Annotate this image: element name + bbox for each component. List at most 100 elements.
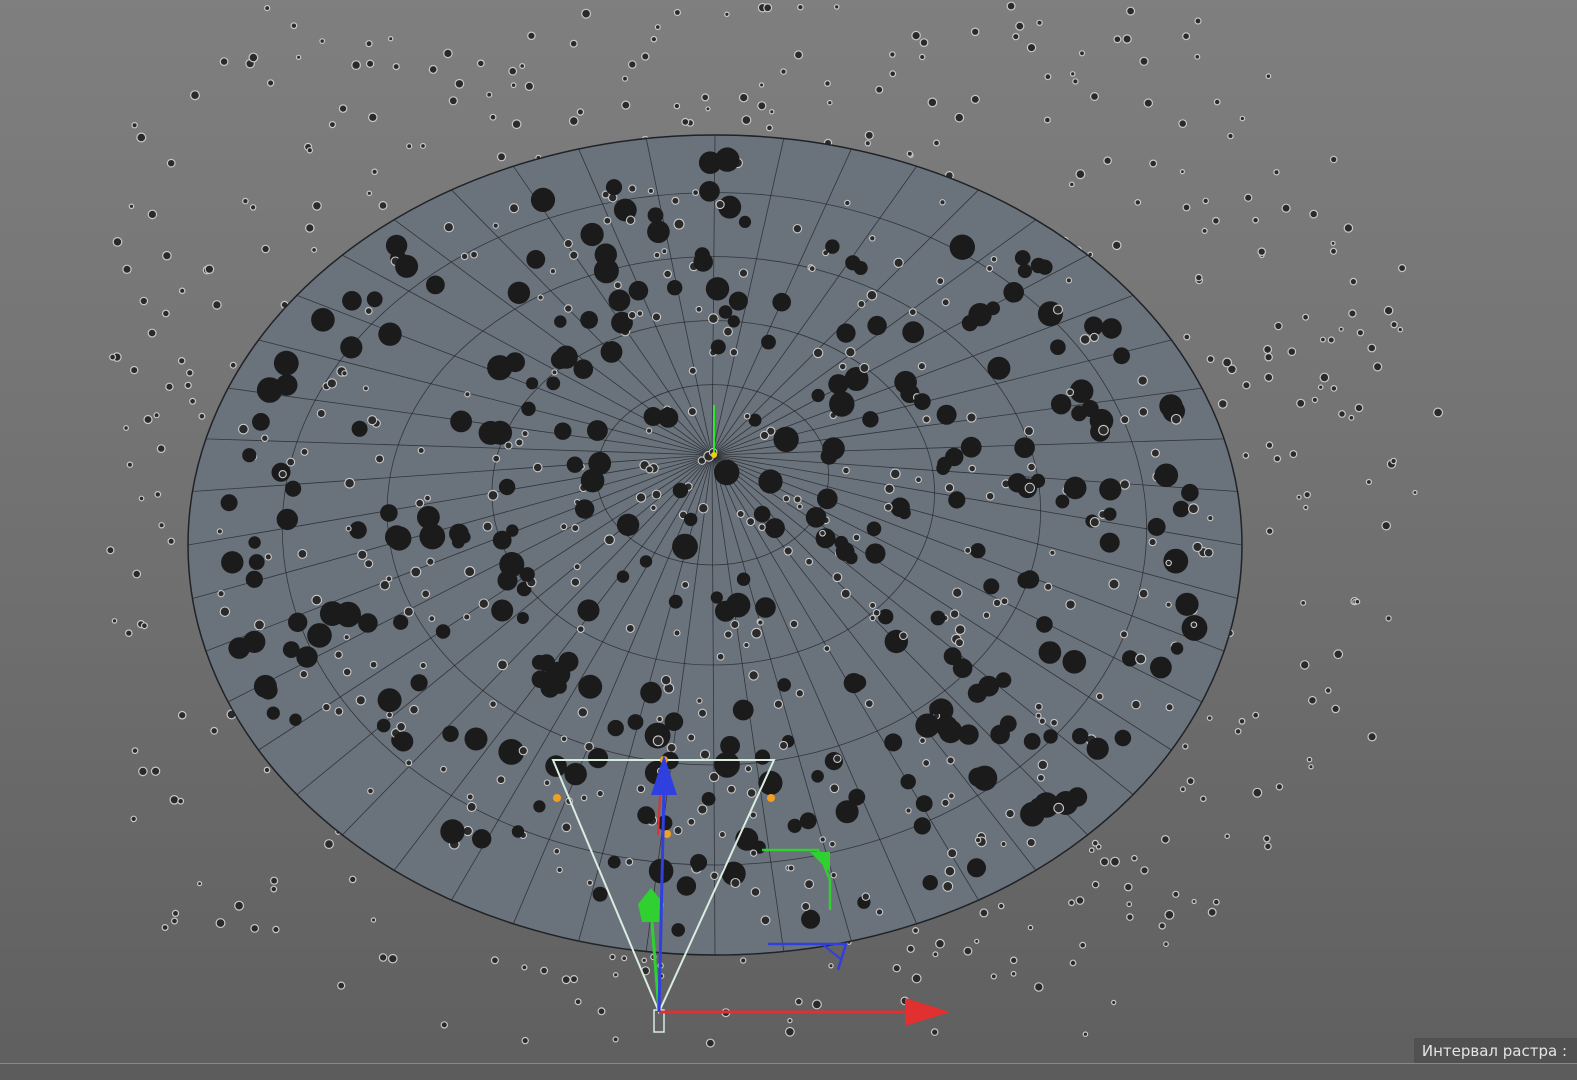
particle	[1299, 660, 1310, 670]
particle	[705, 277, 730, 301]
particle	[1264, 352, 1273, 362]
particle	[489, 700, 497, 708]
particle	[1101, 318, 1122, 339]
particle	[639, 555, 653, 568]
particle	[1172, 890, 1180, 898]
particle	[573, 563, 581, 571]
particle	[489, 113, 497, 121]
particle	[902, 321, 925, 344]
particle	[676, 876, 697, 896]
particle	[1383, 305, 1394, 316]
particle	[419, 523, 446, 550]
particle	[908, 308, 917, 317]
particle	[710, 871, 719, 881]
particle	[982, 611, 991, 619]
particle	[801, 909, 821, 929]
particle	[161, 923, 169, 931]
particle	[1330, 240, 1336, 246]
particle	[695, 305, 703, 313]
particle	[892, 964, 901, 973]
particle	[650, 504, 657, 512]
particle	[1079, 334, 1091, 345]
particle	[132, 569, 142, 579]
particle	[1037, 759, 1049, 771]
particle	[970, 27, 980, 37]
particle	[486, 91, 493, 98]
particle	[1390, 457, 1397, 465]
particle	[815, 528, 836, 549]
particle	[864, 130, 874, 140]
particle	[627, 714, 644, 730]
particle	[844, 199, 851, 207]
particle	[387, 526, 412, 551]
particle	[789, 619, 799, 629]
particle	[524, 81, 535, 92]
disc-mesh[interactable]	[187, 134, 1243, 956]
particle	[186, 368, 194, 377]
particle	[403, 606, 414, 617]
particle	[243, 630, 266, 654]
particle	[1385, 615, 1392, 622]
particle	[426, 275, 445, 295]
particle	[1190, 621, 1198, 629]
particle	[987, 356, 1011, 380]
particle	[647, 207, 664, 224]
particle	[1287, 347, 1297, 357]
particle	[1065, 277, 1073, 284]
particle	[833, 754, 842, 763]
particle	[804, 879, 815, 890]
particle	[1099, 478, 1122, 501]
particle	[130, 815, 138, 823]
particle	[1172, 500, 1190, 518]
particle	[1213, 98, 1221, 106]
particle	[259, 681, 278, 700]
particle	[571, 524, 580, 533]
particle	[966, 412, 977, 423]
particle	[264, 553, 272, 561]
particle	[829, 840, 836, 848]
particle	[947, 792, 955, 800]
particle	[1120, 415, 1130, 425]
axis-x-arrow-icon[interactable]	[905, 998, 950, 1026]
particle	[1065, 599, 1076, 610]
particle	[435, 624, 451, 639]
particle	[385, 575, 393, 583]
particle	[884, 483, 895, 494]
particle	[256, 377, 283, 403]
particle	[520, 567, 535, 582]
viewport-3d[interactable]: Интервал растра :	[0, 0, 1577, 1080]
particle	[625, 215, 636, 226]
particle	[607, 719, 624, 737]
viewport-canvas[interactable]	[0, 0, 1577, 1080]
particle	[521, 1036, 529, 1045]
particle	[796, 503, 803, 510]
camera-handle-right[interactable]	[767, 794, 775, 802]
particle	[724, 11, 730, 18]
particle	[171, 917, 179, 925]
particle	[527, 31, 536, 41]
particle	[1109, 856, 1120, 867]
particle	[1103, 507, 1117, 521]
particle	[307, 623, 332, 648]
particle	[603, 216, 612, 225]
particle	[597, 1007, 606, 1016]
particle	[1165, 703, 1174, 712]
disc-surface[interactable]	[188, 135, 1242, 955]
particle	[710, 339, 726, 355]
particle	[1113, 347, 1130, 365]
particle	[692, 189, 700, 197]
particle	[645, 465, 654, 474]
particle	[169, 794, 180, 805]
particle	[521, 430, 529, 438]
particle	[426, 557, 435, 566]
particle	[577, 599, 600, 622]
particle	[1075, 169, 1086, 180]
particle	[1026, 42, 1037, 53]
particle	[521, 401, 536, 416]
camera-handle-left[interactable]	[553, 794, 561, 802]
particle	[1005, 808, 1015, 819]
particle	[656, 715, 664, 723]
particle	[793, 50, 804, 60]
particle	[1303, 504, 1309, 511]
particle	[1179, 169, 1186, 175]
